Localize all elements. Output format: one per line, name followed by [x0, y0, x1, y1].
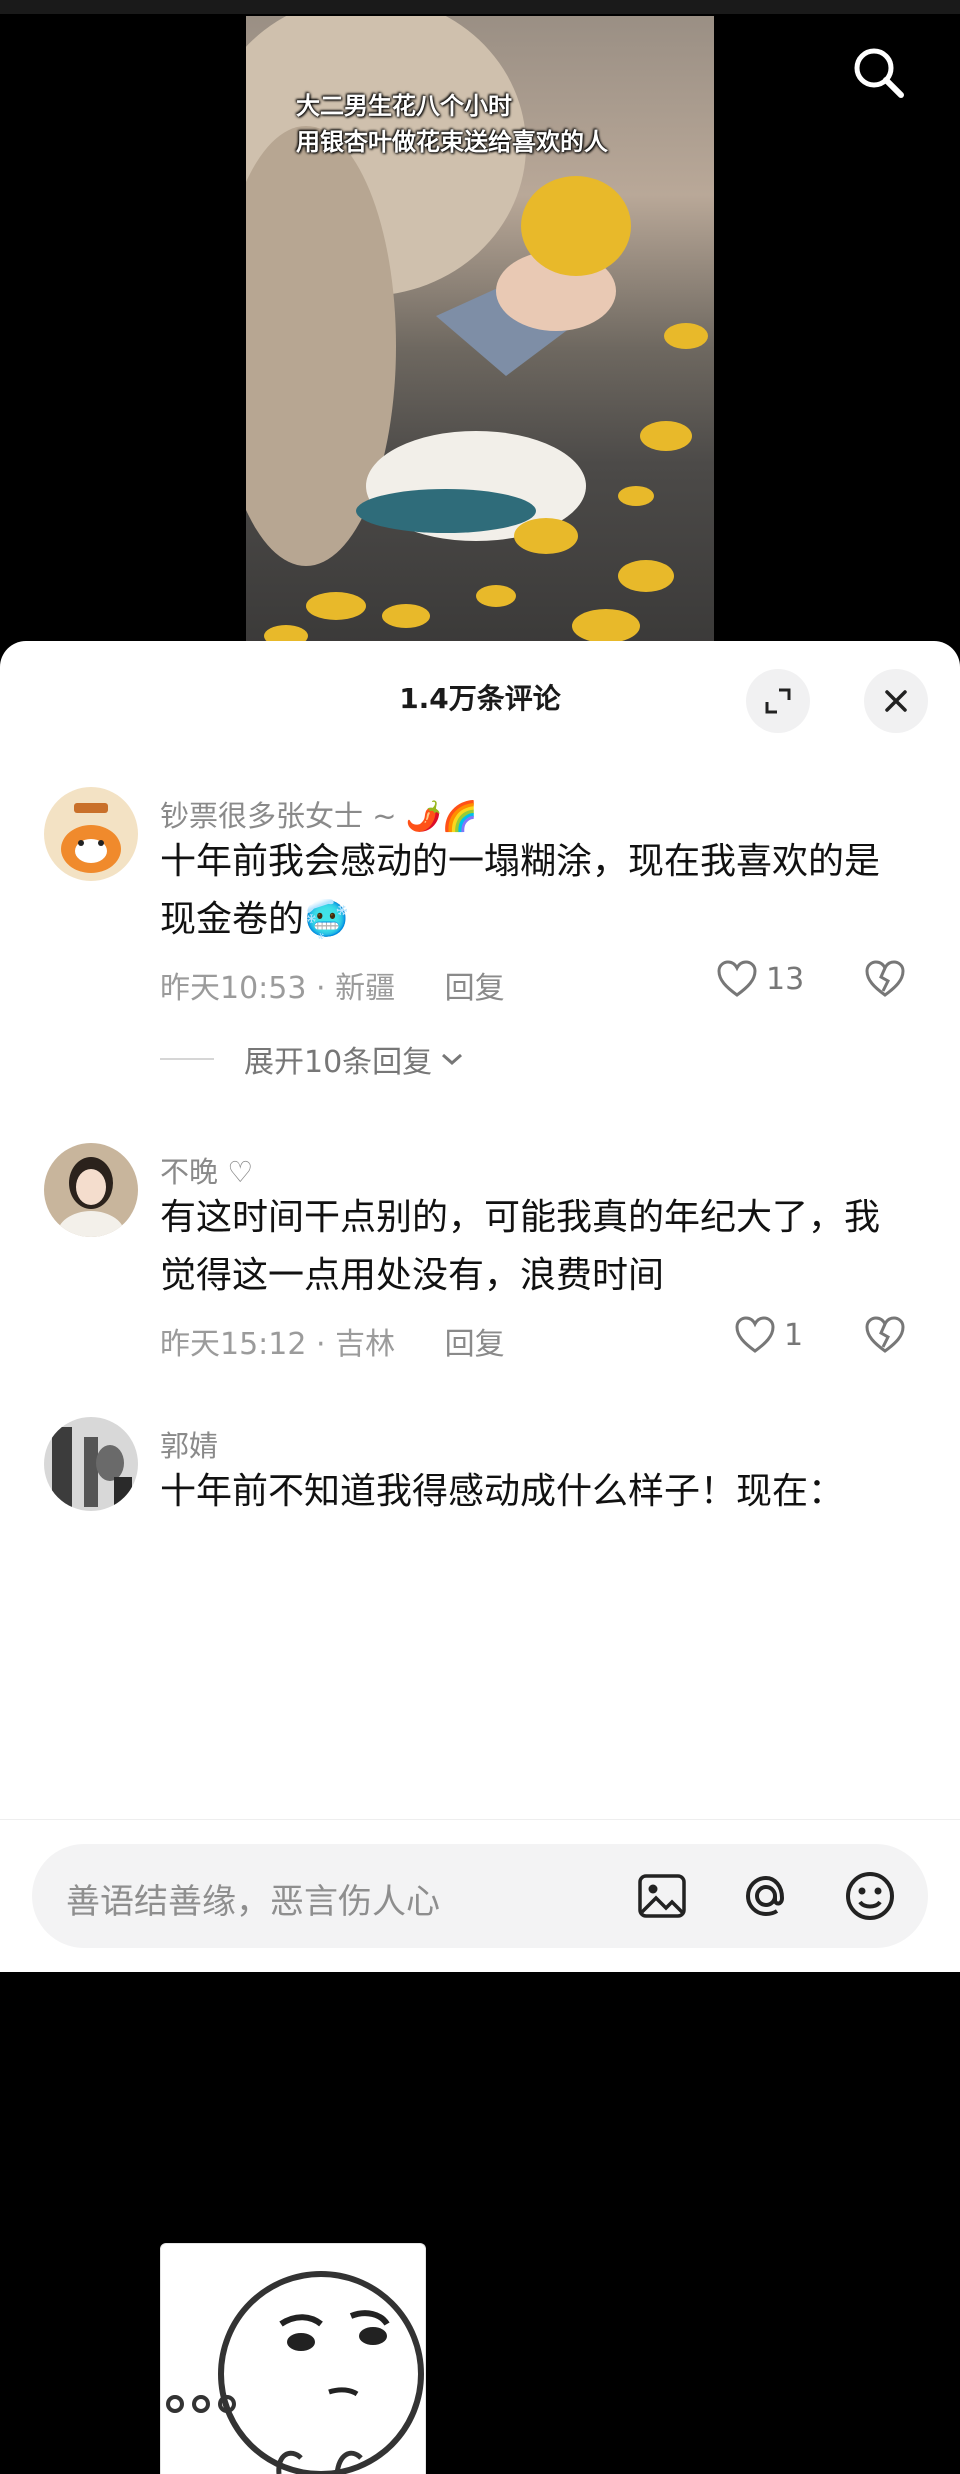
close-sheet-button[interactable] — [864, 669, 928, 733]
like-button[interactable]: 13 — [716, 959, 804, 999]
dislike-button[interactable] — [864, 1315, 906, 1359]
avatar[interactable] — [44, 787, 138, 881]
image-icon[interactable] — [634, 1868, 690, 1924]
comment-meta: 昨天10:53 · 新疆 回复 — [160, 971, 505, 1006]
comment-count-title: 1.4万条评论 — [399, 682, 561, 715]
comment-text: 有这时间干点别的，可能我真的年纪大了，我觉得这一点用处没有，浪费时间 — [160, 1197, 881, 1296]
like-count: 1 — [784, 1317, 804, 1353]
like-button[interactable]: 1 — [734, 1315, 803, 1355]
video-player[interactable]: 大二男生花八个小时 用银杏叶做花束送给喜欢的人 — [0, 0, 960, 660]
broken-heart-icon — [865, 960, 905, 997]
close-icon — [885, 690, 907, 712]
expand-replies-label: 展开10条回复 — [244, 1045, 433, 1080]
comment-meta: 昨天15:12 · 吉林 回复 — [160, 1327, 505, 1362]
comment-time: 昨天15:12 — [160, 1327, 307, 1362]
comment-text: 十年前我会感动的一塌糊涂，现在我喜欢的是现金卷的🥶 — [160, 841, 881, 940]
avatar[interactable] — [44, 1143, 138, 1237]
video-frame[interactable]: 大二男生花八个小时 用银杏叶做花束送给喜欢的人 — [246, 16, 714, 656]
comment-text: 十年前不知道我得感动成什么样子！现在： — [160, 1471, 845, 1512]
meme-face-image — [166, 2271, 424, 2474]
comment-sticker-image[interactable] — [160, 2243, 426, 2474]
expand-icon — [765, 688, 791, 714]
comment-input-bar: 善语结善缘，恶言伤人心 — [0, 1819, 960, 1972]
dislike-button[interactable] — [864, 959, 906, 1003]
like-count: 13 — [766, 961, 805, 997]
heart-icon — [735, 1316, 775, 1353]
comment-time: 昨天10:53 — [160, 971, 307, 1006]
emoji-icon[interactable] — [842, 1868, 898, 1924]
sheet-header: 1.4万条评论 — [0, 641, 960, 751]
chevron-down-icon — [442, 1053, 463, 1066]
comment-location: 吉林 — [335, 1327, 396, 1362]
comment-input[interactable]: 善语结善缘，恶言伤人心 — [32, 1844, 928, 1948]
username[interactable]: 郭婧 — [160, 1423, 218, 1465]
heart-icon — [717, 960, 757, 997]
comment-location: 新疆 — [335, 971, 396, 1006]
username[interactable]: 不晚 ♡ — [160, 1149, 253, 1191]
caption-line-2: 用银杏叶做花束送给喜欢的人 — [296, 128, 608, 156]
reply-button[interactable]: 回复 — [445, 971, 505, 1006]
input-placeholder: 善语结善缘，恶言伤人心 — [66, 1882, 440, 1922]
mention-icon[interactable] — [738, 1868, 794, 1924]
broken-heart-icon — [865, 1316, 905, 1353]
expand-replies-button[interactable]: 展开10条回复 — [160, 1037, 466, 1081]
divider-line — [160, 1058, 214, 1060]
search-icon[interactable] — [850, 44, 906, 100]
caption-line-1: 大二男生花八个小时 — [296, 92, 512, 120]
username[interactable]: 钞票很多张女士 ~ 🌶️🌈 — [160, 793, 478, 835]
reply-button[interactable]: 回复 — [445, 1327, 505, 1362]
video-caption: 大二男生花八个小时 用银杏叶做花束送给喜欢的人 — [296, 88, 676, 160]
status-strip — [0, 0, 960, 14]
expand-sheet-button[interactable] — [746, 669, 810, 733]
comment-sheet: 1.4万条评论 钞票很多张女士 ~ 🌶️🌈 十年前我会感动的一塌糊涂，现在我喜欢… — [0, 641, 960, 2474]
avatar[interactable] — [44, 1417, 138, 1511]
